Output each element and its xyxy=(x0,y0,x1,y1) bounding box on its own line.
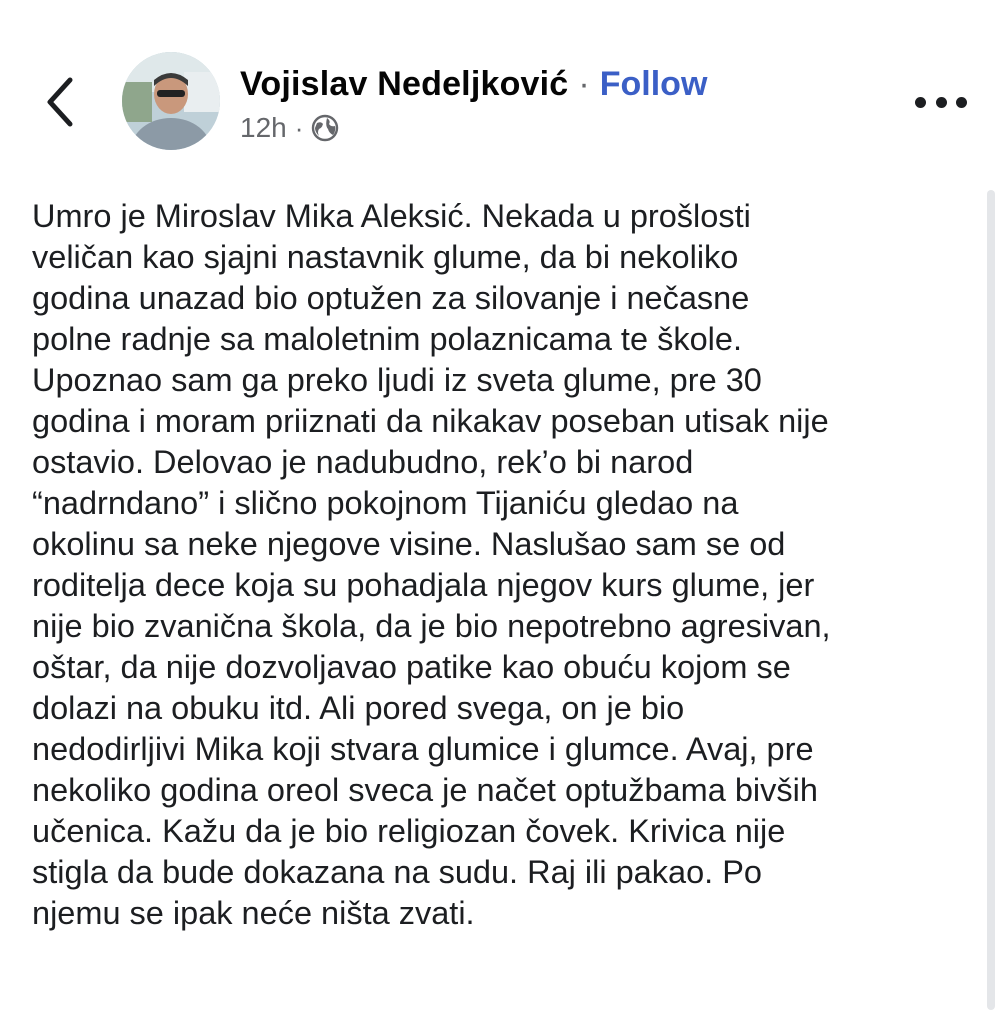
post-text-line: okolinu sa neke njegove visine. Naslušao… xyxy=(32,526,786,562)
post-text-line: nekoliko godina oreol sveca je načet opt… xyxy=(32,772,818,808)
more-options-button[interactable] xyxy=(915,92,967,112)
post-text-line: Upoznao sam ga preko ljudi iz sveta glum… xyxy=(32,362,762,398)
globe-icon xyxy=(312,114,339,142)
chevron-left-icon xyxy=(47,77,73,127)
post-text-line: učenica. Kažu da je bio religiozan čovek… xyxy=(32,813,786,849)
more-horizontal-icon xyxy=(915,96,926,108)
post-text-line: “nadrndano” i slično pokojnom Tijaniću g… xyxy=(32,485,739,521)
post-text-line: godina unazad bio optužen za silovanje i… xyxy=(32,280,750,316)
separator-dot: · xyxy=(578,64,590,103)
post-meta: 12h · xyxy=(240,108,339,148)
post-text-line: polne radnje sa maloletnim polaznicama t… xyxy=(32,321,742,357)
post-text-line: nije bio zvanična škola, da je bio nepot… xyxy=(32,608,831,644)
avatar[interactable] xyxy=(122,52,220,150)
post-text-line: Umro je Miroslav Mika Aleksić. Nekada u … xyxy=(32,198,751,234)
scrollbar[interactable] xyxy=(987,190,995,1010)
post-text-line: roditelja dece koja su pohadjala njegov … xyxy=(32,567,815,603)
post-text-line: ostavio. Delovao je nadubudno, rek’o bi … xyxy=(32,444,694,480)
post-text-line: godina i moram priiznati da nikakav pose… xyxy=(32,403,829,439)
follow-button[interactable]: Follow xyxy=(600,65,708,104)
post-text-line: nedodirljivi Mika koji stvara glumice i … xyxy=(32,731,814,767)
back-button[interactable] xyxy=(38,72,88,132)
author-row: Vojislav Nedeljković · Follow xyxy=(240,58,707,110)
post-time[interactable]: 12h xyxy=(240,112,287,144)
post-text-line: dolazi na obuku itd. Ali pored svega, on… xyxy=(32,690,685,726)
author-name[interactable]: Vojislav Nedeljković xyxy=(240,65,568,104)
post-text-line: stigla da bude dokazana na sudu. Raj ili… xyxy=(32,854,762,890)
post-text: Umro je Miroslav Mika Aleksić. Nekada u … xyxy=(32,196,982,934)
post-header: Vojislav Nedeljković · Follow 12h · xyxy=(0,0,1000,170)
post-text-line: njemu se ipak neće ništa zvati. xyxy=(32,895,475,931)
meta-separator-dot: · xyxy=(294,112,304,143)
post-text-line: oštar, da nije dozvoljavao patike kao ob… xyxy=(32,649,791,685)
post-text-line: veličan kao sjajni nastavnik glume, da b… xyxy=(32,239,739,275)
